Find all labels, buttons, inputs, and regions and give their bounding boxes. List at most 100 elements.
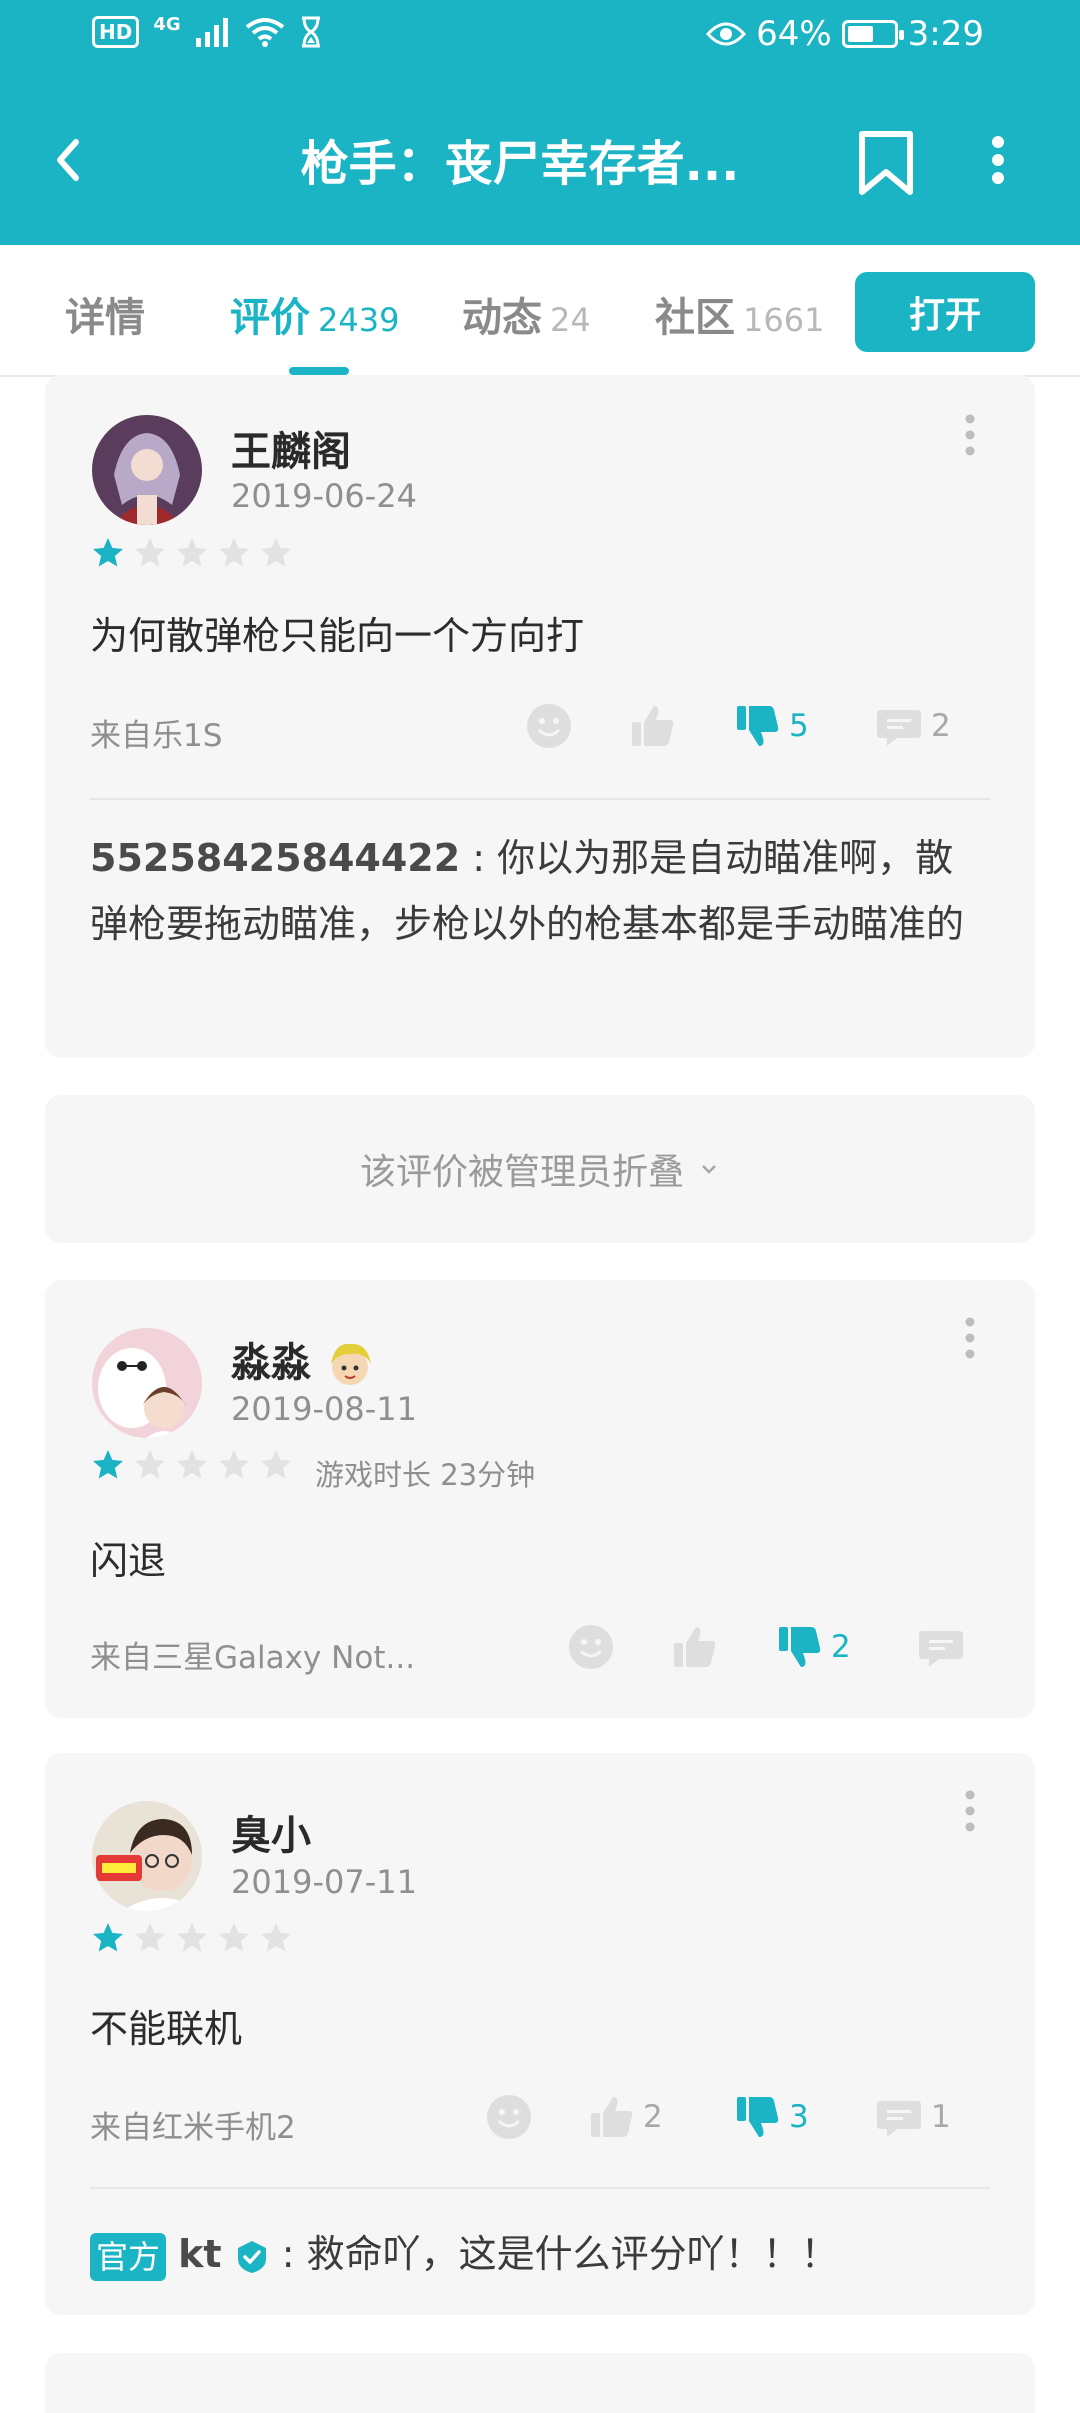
avatar[interactable]	[92, 415, 202, 525]
tab-community-count: 1661	[743, 301, 825, 339]
dislike-count: 2	[831, 1629, 851, 1665]
tab-feed[interactable]: 动态 24	[462, 285, 591, 343]
open-button[interactable]: 打开	[855, 272, 1035, 352]
comment-button[interactable]	[917, 1623, 973, 1671]
dislike-count: 3	[789, 2099, 809, 2135]
back-button[interactable]	[40, 120, 120, 200]
avatar-image	[92, 415, 202, 525]
reply-username[interactable]: 55258425844422	[90, 836, 460, 880]
bookmark-icon	[859, 131, 913, 195]
review-card: 淼淼 2019-08-11 游戏时长 23分钟 闪退 来自三星Galaxy No…	[45, 1280, 1035, 1718]
review-more-button[interactable]	[950, 1308, 990, 1368]
hourglass-icon	[301, 16, 320, 48]
review-source-device: 来自红米手机2	[90, 2110, 296, 2146]
collapsed-review-notice[interactable]: 该评价被管理员折叠	[45, 1095, 1035, 1243]
clock: 3:29	[907, 14, 984, 54]
reply-text: 救命吖，这是什么评分吖！！！	[306, 2232, 839, 2276]
review-username[interactable]: 臭小	[231, 1803, 311, 1861]
tab-details-label: 详情	[65, 295, 145, 341]
review-date: 2019-06-24	[231, 477, 417, 515]
tab-feed-label: 动态	[462, 295, 542, 341]
eye-comfort-icon	[706, 22, 747, 46]
star-empty-icon	[219, 538, 249, 567]
dislike-button[interactable]: 5	[733, 702, 809, 750]
status-bar: HD 4G 64% 3:29	[0, 0, 1080, 78]
thumbs-down-icon	[779, 1627, 821, 1667]
review-text: 不能联机	[90, 2007, 243, 2051]
emoji-reaction-button[interactable]	[525, 702, 573, 750]
star-empty-icon	[177, 1923, 207, 1952]
comment-button[interactable]: 2	[875, 702, 951, 750]
reply-item[interactable]: 55258425844422 : 你以为那是自动瞄准啊，散弹枪要拖动瞄准，步枪以…	[90, 825, 990, 957]
thumbs-down-icon	[737, 706, 779, 746]
review-username-text: 淼淼	[231, 1340, 311, 1386]
avatar[interactable]	[92, 1801, 202, 1911]
app-bar: HD 4G 64% 3:29 枪手：丧尸幸存者...	[0, 0, 1080, 245]
reply-username[interactable]: kt	[178, 2232, 221, 2276]
playtime-label: 游戏时长 23分钟	[315, 1458, 536, 1492]
tab-details[interactable]: 详情	[65, 285, 145, 343]
star-empty-icon	[135, 538, 165, 567]
review-date: 2019-07-11	[231, 1863, 417, 1901]
verified-badge-icon	[237, 2240, 266, 2273]
back-arrow-icon	[57, 139, 79, 181]
emoji-reaction-button[interactable]	[567, 1623, 615, 1671]
review-username[interactable]: 王麟阁	[231, 419, 351, 477]
review-card	[45, 2353, 1035, 2413]
comment-button[interactable]: 1	[875, 2093, 951, 2141]
star-empty-icon	[219, 1450, 249, 1479]
star-empty-icon	[177, 1450, 207, 1479]
thumbs-up-icon	[591, 2097, 633, 2137]
bookmark-button[interactable]	[850, 120, 922, 200]
review-more-button[interactable]	[950, 1781, 990, 1841]
more-vertical-icon	[992, 136, 1004, 184]
tab-feed-count: 24	[550, 301, 591, 339]
dislike-button[interactable]: 2	[775, 1623, 851, 1671]
review-date: 2019-08-11	[231, 1390, 417, 1428]
emoji-reaction-button[interactable]	[485, 2093, 533, 2141]
active-tab-indicator	[289, 367, 349, 375]
official-badge: 官方	[90, 2232, 167, 2281]
smiley-icon	[527, 704, 571, 748]
rating-stars	[90, 535, 294, 571]
smiley-icon	[569, 1625, 613, 1669]
like-button[interactable]: 2	[587, 2093, 663, 2141]
review-username[interactable]: 淼淼	[231, 1330, 375, 1388]
more-vertical-icon	[965, 414, 975, 456]
star-empty-icon	[177, 538, 207, 567]
star-filled-icon	[93, 538, 123, 567]
like-count: 2	[643, 2099, 663, 2135]
review-text: 为何散弹枪只能向一个方向打	[90, 614, 585, 658]
star-empty-icon	[135, 1450, 165, 1479]
signal-icon	[195, 18, 228, 47]
more-options-button[interactable]	[968, 120, 1028, 200]
divider	[90, 2187, 990, 2189]
avatar[interactable]	[92, 1328, 202, 1438]
review-card: 臭小 2019-07-11 不能联机 来自红米手机2 2 3 1 官方 kt :…	[45, 1753, 1035, 2315]
review-more-button[interactable]	[950, 405, 990, 465]
comment-count: 1	[931, 2099, 951, 2135]
review-text: 闪退	[90, 1539, 167, 1583]
hd-indicator: HD	[92, 16, 140, 48]
user-badge-icon	[330, 1343, 371, 1385]
page-title: 枪手：丧尸幸存者...	[300, 136, 740, 192]
tab-reviews[interactable]: 评价 2439	[230, 285, 399, 343]
rating-stars	[90, 1920, 294, 1956]
like-button[interactable]	[670, 1623, 726, 1671]
smiley-icon	[487, 2095, 531, 2139]
star-empty-icon	[219, 1923, 249, 1952]
avatar-image	[92, 1328, 202, 1438]
star-empty-icon	[261, 538, 291, 567]
dislike-button[interactable]: 3	[733, 2093, 809, 2141]
battery-icon	[841, 20, 904, 48]
avatar-image	[92, 1801, 202, 1911]
tab-community[interactable]: 社区 1661	[655, 285, 824, 343]
star-empty-icon	[261, 1923, 291, 1952]
like-button[interactable]	[628, 702, 684, 750]
review-card: 王麟阁 2019-06-24 为何散弹枪只能向一个方向打 来自乐1S 5 2 5…	[45, 375, 1035, 1058]
reply-item[interactable]: 官方 kt : 救命吖，这是什么评分吖！！！	[90, 2221, 990, 2287]
rating-stars	[90, 1447, 294, 1483]
star-empty-icon	[261, 1450, 291, 1479]
comment-count: 2	[931, 708, 951, 744]
network-type: 4G	[153, 13, 181, 35]
